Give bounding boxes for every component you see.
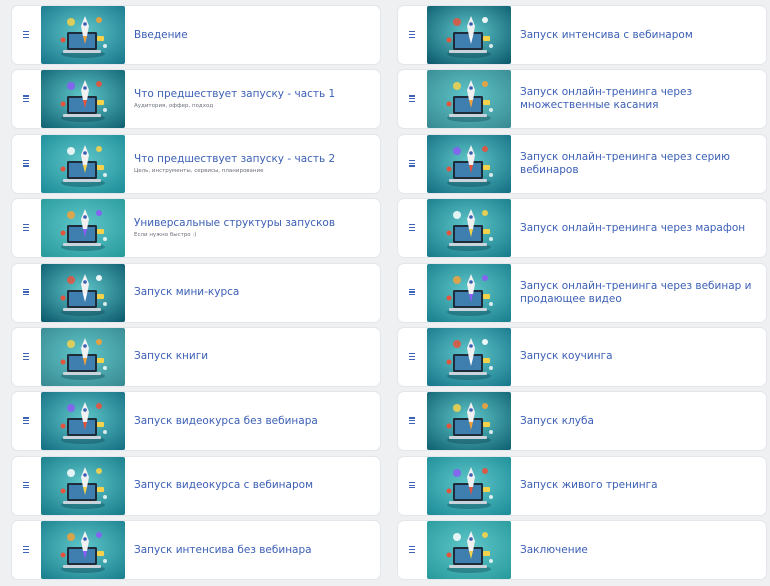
desk-rocket-icon[interactable]	[41, 456, 125, 515]
lesson-item[interactable]: Запуск книги	[12, 327, 380, 386]
list-icon	[409, 546, 415, 553]
lesson-item[interactable]: Запуск онлайн-тренинга через марафон	[398, 199, 766, 258]
laptop-rocket-icon[interactable]	[427, 199, 511, 258]
lesson-subtitle: Цель, инструменты, сервисы, планирование	[134, 167, 264, 174]
lesson-text: Универсальные структуры запусков Если нуж…	[134, 199, 374, 257]
lesson-title[interactable]: Что предшествует запуску - часть 2	[134, 153, 374, 166]
lesson-title[interactable]: Запуск книги	[134, 350, 374, 363]
lesson-title[interactable]: Запуск интенсива без вебинара	[134, 544, 374, 557]
lesson-text: Запуск интенсива без вебинара	[134, 521, 374, 579]
lesson-title[interactable]: Запуск коучинга	[520, 350, 760, 363]
laptop-rocket-icon[interactable]	[427, 327, 511, 386]
lesson-text: Запуск видеокурса с вебинаром	[134, 457, 374, 515]
robot-laptop-icon[interactable]	[41, 6, 125, 64]
desk-rocket-icon[interactable]	[41, 392, 125, 451]
lesson-item[interactable]: Универсальные структуры запусков Если нуж…	[12, 199, 380, 258]
lesson-item[interactable]: Запуск клуба	[398, 392, 766, 451]
list-icon	[23, 481, 29, 489]
lesson-title[interactable]: Запуск видеокурса с вебинаром	[134, 479, 374, 492]
lesson-title[interactable]: Запуск живого тренинга	[520, 479, 760, 492]
lesson-title[interactable]: Запуск видеокурса без вебинара	[134, 415, 374, 428]
lesson-text: Запуск онлайн-тренинга через множественн…	[520, 70, 760, 128]
lesson-title[interactable]: Запуск онлайн-тренинга через вебинар и п…	[520, 280, 760, 306]
laptop-rocket-icon[interactable]	[41, 134, 125, 193]
rocket-icon[interactable]	[427, 392, 511, 451]
book-rocket-icon[interactable]	[41, 327, 125, 386]
lesson-item[interactable]: Запуск живого тренинга	[398, 456, 766, 515]
lesson-item[interactable]: Запуск интенсива без вебинара	[12, 521, 380, 580]
lesson-text: Заключение	[520, 521, 760, 579]
tablet-rocket-icon[interactable]	[427, 456, 511, 515]
lesson-title[interactable]: Запуск онлайн-тренинга через множественн…	[520, 86, 760, 112]
lesson-title[interactable]: Введение	[134, 29, 374, 42]
list-icon	[23, 224, 29, 231]
lessons-column-left: Введение Что предшествует запуску - част…	[12, 6, 380, 586]
screen-rocket-icon[interactable]	[427, 134, 511, 193]
lesson-item[interactable]: Что предшествует запуску - часть 1 Аудито…	[12, 70, 380, 129]
lesson-title[interactable]: Заключение	[520, 544, 760, 557]
lesson-item[interactable]: Заключение	[398, 521, 766, 580]
list-icon	[409, 417, 415, 425]
lesson-item[interactable]: Запуск коучинга	[398, 327, 766, 386]
list-icon	[409, 95, 415, 103]
list-icon	[409, 31, 415, 38]
lesson-item[interactable]: Запуск онлайн-тренинга через множественн…	[398, 70, 766, 129]
lesson-text: Что предшествует запуску - часть 1 Аудито…	[134, 70, 374, 128]
list-icon	[409, 159, 415, 167]
lesson-item[interactable]: Что предшествует запуску - часть 2 Цель, …	[12, 134, 380, 193]
lesson-item[interactable]: Запуск интенсива с вебинаром	[398, 6, 766, 64]
list-icon	[23, 288, 29, 296]
open-book-rocket-icon[interactable]	[41, 199, 125, 258]
lesson-item[interactable]: Запуск онлайн-тренинга через серию вебин…	[398, 134, 766, 193]
lesson-subtitle: Если нужно быстро :)	[134, 232, 197, 239]
list-icon	[409, 288, 415, 296]
cloud-rocket-icon[interactable]	[41, 521, 125, 580]
lesson-text: Введение	[134, 6, 374, 64]
list-icon	[409, 224, 415, 231]
list-icon	[23, 31, 29, 38]
lesson-text: Запуск интенсива с вебинаром	[520, 6, 760, 64]
lesson-title[interactable]: Универсальные структуры запусков	[134, 217, 374, 230]
lesson-subtitle: Аудитория, оффер, подход	[134, 103, 214, 110]
lesson-text: Запуск коучинга	[520, 328, 760, 386]
lesson-text: Запуск видеокурса без вебинара	[134, 392, 374, 450]
lesson-item[interactable]: Запуск мини-курса	[12, 263, 380, 322]
list-icon	[23, 546, 29, 553]
laptop-rocket-icon[interactable]	[427, 70, 511, 129]
lesson-text: Запуск онлайн-тренинга через вебинар и п…	[520, 264, 760, 322]
list-icon	[409, 481, 415, 489]
lesson-text: Запуск мини-курса	[134, 264, 374, 322]
lesson-text: Запуск клуба	[520, 392, 760, 450]
list-icon	[23, 352, 29, 360]
laptop-rocket-icon[interactable]	[41, 263, 125, 322]
globe-laptop-icon[interactable]	[427, 521, 511, 580]
laptop-rocket-icon[interactable]	[427, 263, 511, 322]
list-icon	[23, 159, 29, 167]
list-icon	[23, 95, 29, 103]
list-icon	[23, 417, 29, 425]
lessons-column-right: Запуск интенсива с вебинаром Запуск онла…	[398, 6, 766, 586]
list-icon	[409, 352, 415, 360]
rocket-icon[interactable]	[427, 6, 511, 64]
lesson-title[interactable]: Запуск клуба	[520, 415, 760, 428]
lesson-item[interactable]: Введение	[12, 6, 380, 64]
lesson-title[interactable]: Запуск мини-курса	[134, 286, 374, 299]
lesson-text: Запуск живого тренинга	[520, 457, 760, 515]
lessons-grid: Введение Что предшествует запуску - част…	[0, 0, 770, 584]
lesson-text: Запуск книги	[134, 328, 374, 386]
lesson-title[interactable]: Запуск онлайн-тренинга через серию вебин…	[520, 151, 760, 177]
lesson-text: Запуск онлайн-тренинга через серию вебин…	[520, 135, 760, 193]
laptop-rocket-icon[interactable]	[41, 70, 125, 129]
lesson-title[interactable]: Запуск интенсива с вебинаром	[520, 29, 760, 42]
lesson-text: Что предшествует запуску - часть 2 Цель, …	[134, 135, 374, 193]
lesson-item[interactable]: Запуск видеокурса без вебинара	[12, 392, 380, 451]
lesson-item[interactable]: Запуск онлайн-тренинга через вебинар и п…	[398, 263, 766, 322]
lesson-title[interactable]: Что предшествует запуску - часть 1	[134, 88, 374, 101]
lesson-item[interactable]: Запуск видеокурса с вебинаром	[12, 456, 380, 515]
lesson-text: Запуск онлайн-тренинга через марафон	[520, 199, 760, 257]
lesson-title[interactable]: Запуск онлайн-тренинга через марафон	[520, 222, 760, 235]
